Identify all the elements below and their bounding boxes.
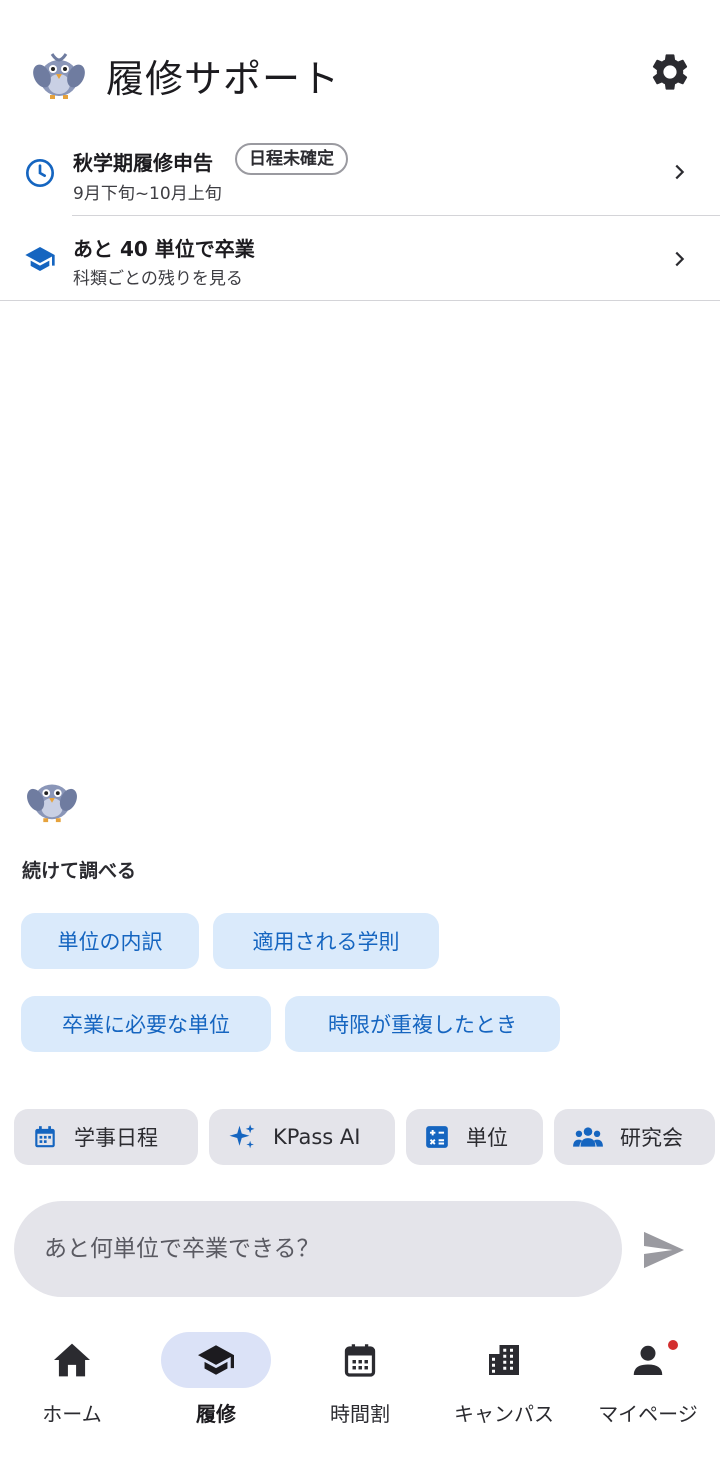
shortcut-label: 学事日程 xyxy=(74,1126,158,1150)
sparkle-icon xyxy=(229,1124,255,1149)
building-icon xyxy=(489,1345,519,1375)
open-guide-button[interactable]: 履修案内 p.43, 57 を開く xyxy=(116,572,452,636)
credits-remaining-title: あと 40 単位で卒業 xyxy=(73,237,255,261)
group-icon xyxy=(573,1127,603,1147)
chevron-right-icon xyxy=(675,164,685,180)
nav-label: ホーム xyxy=(42,1402,102,1426)
message-line: で）算入可。総合教育科目・基礎科目・専攻科目 xyxy=(117,490,536,512)
nav-home[interactable]: ホーム xyxy=(0,1318,144,1448)
message-line: 30単位以上）、専攻科目III・IV類合計46単位以上（う xyxy=(117,340,572,362)
message-line: ち8単位以上はIV類と同じフィールド）、商学関連科目 xyxy=(117,370,575,392)
graduation-cap-icon xyxy=(198,1345,234,1375)
message-line: （I・II類）は合計54単位以上必要。 xyxy=(117,520,424,542)
suggestion-chip[interactable]: 単位の内訳 xyxy=(21,913,199,969)
assistant-avatar-icon xyxy=(27,784,77,823)
send-icon[interactable] xyxy=(642,1230,686,1270)
calculator-icon xyxy=(426,1126,448,1148)
compare-credits-label: 自分の取得単位と照らす xyxy=(149,692,358,714)
nav-mypage[interactable]: マイページ xyxy=(576,1318,720,1448)
suggestion-chip[interactable]: 適用される学則 xyxy=(213,913,439,969)
helpful-label: 役に立った？ xyxy=(117,775,219,795)
status-badge: 日程未確定 xyxy=(235,143,348,175)
graduation-cap-icon xyxy=(25,247,55,271)
nav-label: 時間割 xyxy=(330,1402,390,1426)
message-line: 12単位以上を含み合計128単位以上。自由科目は含ま xyxy=(117,400,577,422)
nav-campus[interactable]: キャンパス xyxy=(432,1318,576,1448)
credits-remaining-subtitle: 科類ごとの残りを見る xyxy=(73,269,243,289)
shortcut-credits[interactable]: 単位 xyxy=(406,1109,543,1165)
chevron-right-icon xyxy=(675,251,685,267)
open-guide-label: 履修案内 p.43, 57 を開く xyxy=(170,594,404,617)
thumbs-up-icon[interactable] xyxy=(241,771,265,795)
calendar-icon xyxy=(344,1344,376,1377)
registration-period: 9月下旬~10月上旬 xyxy=(73,184,222,204)
bar-chart-icon xyxy=(121,693,137,710)
suggestion-chip[interactable]: 時限が重複したとき xyxy=(285,996,560,1052)
shortcut-label: 研究会 xyxy=(620,1126,683,1150)
app-title: 履修サポート xyxy=(106,57,341,101)
clock-icon xyxy=(26,159,54,187)
app-header: 履修サポート xyxy=(0,0,720,140)
gear-icon[interactable] xyxy=(648,50,692,94)
registration-row[interactable]: 秋学期履修申告 日程未確定 9月下旬~10月上旬 xyxy=(0,134,720,216)
person-icon xyxy=(633,1345,663,1375)
divider xyxy=(72,215,720,216)
message-line: 科目30単位以上（基礎科目・専攻科目I・II類合計で xyxy=(117,310,557,332)
message-text: 科目30単位以上（基礎科目・専攻科目I・II類合計で 30単位以上）、専攻科目I… xyxy=(117,276,639,546)
continue-label: 続けて調べる xyxy=(22,860,137,882)
nav-label: 履修 xyxy=(196,1402,236,1426)
chevron-right-icon xyxy=(417,598,426,610)
nav-label: キャンパス xyxy=(454,1402,554,1426)
shortcut-label: 単位 xyxy=(466,1126,508,1150)
shortcut-label: KPass AI xyxy=(273,1125,361,1149)
nav-label: マイページ xyxy=(598,1402,698,1426)
registration-title: 秋学期履修申告 xyxy=(73,151,213,175)
nav-registration[interactable]: 履修 xyxy=(144,1318,288,1448)
credits-remaining-row[interactable]: あと 40 単位で卒業 科類ごとの残りを見る xyxy=(0,217,720,301)
compare-credits-link[interactable]: 自分の取得単位と照らす xyxy=(119,688,358,715)
shortcut-calendar[interactable]: 学事日程 xyxy=(14,1109,198,1165)
notification-dot xyxy=(668,1340,678,1350)
message-line: れない。他学部・諸研究所設置科目および商学部設置 xyxy=(117,430,574,452)
chat-input[interactable] xyxy=(14,1201,622,1297)
feedback-row: 役に立った？ xyxy=(117,770,353,795)
nav-timetable[interactable]: 時間割 xyxy=(288,1318,432,1448)
assistant-message: 科目30単位以上（基礎科目・専攻科目I・II類合計で 30単位以上）、専攻科目I… xyxy=(95,240,656,829)
bottom-navigation: ホーム 履修 時間割 キャンパス マイページ xyxy=(0,1318,720,1469)
suggestion-chip[interactable]: 卒業に必要な単位 xyxy=(21,996,271,1052)
shortcut-seminar[interactable]: 研究会 xyxy=(554,1109,715,1165)
book-icon xyxy=(135,594,159,613)
calendar-icon xyxy=(35,1126,55,1148)
thumbs-down-icon[interactable] xyxy=(297,771,321,795)
shortcut-ai[interactable]: KPass AI xyxy=(209,1109,395,1165)
message-line: 寄附講座科目はそれぞれ8単位まで（合計16単位ま xyxy=(117,460,553,482)
home-icon xyxy=(54,1343,90,1377)
bird-logo-icon xyxy=(33,53,85,99)
